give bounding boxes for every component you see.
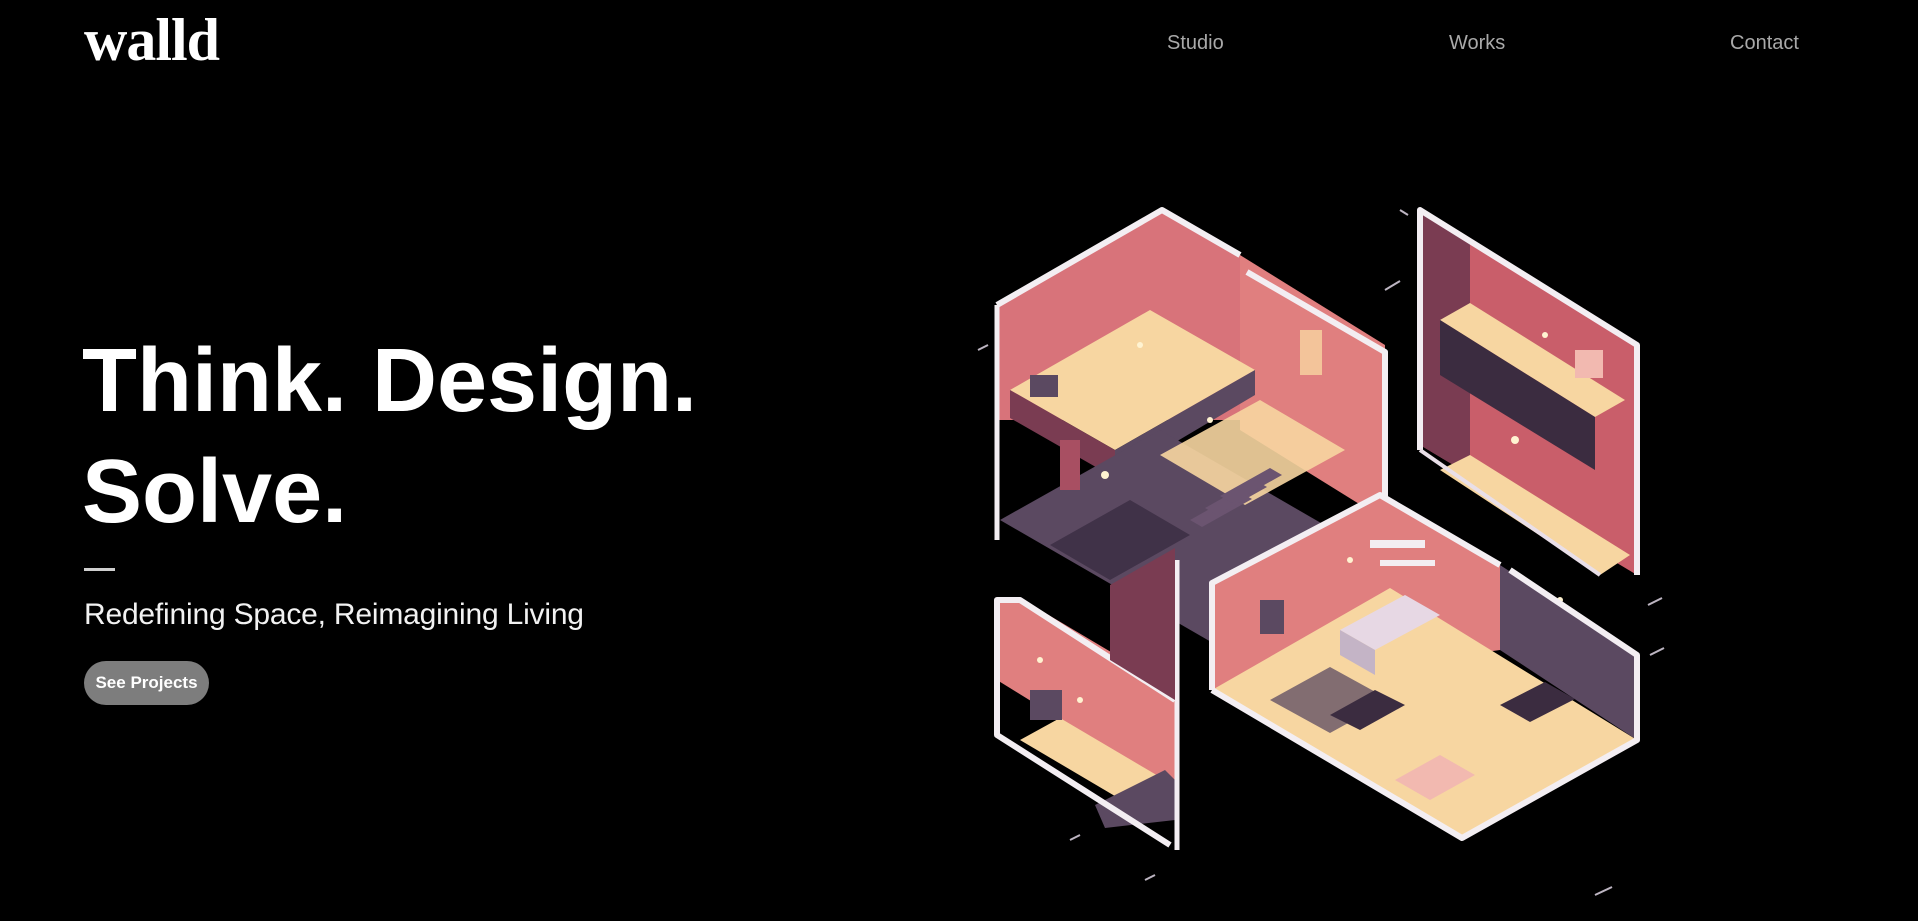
room-upper-right: [1417, 207, 1640, 577]
hero-headline-line2: Solve.: [82, 442, 348, 542]
brand-logo[interactable]: walld: [84, 10, 220, 70]
landing-page: walld Studio Works Contact Think. Design…: [0, 0, 1918, 921]
see-projects-button[interactable]: See Projects: [84, 661, 209, 705]
hero-subtitle: Redefining Space, Reimagining Living: [84, 598, 584, 631]
room-lower-left: [994, 548, 1180, 850]
nav-link-works[interactable]: Works: [1449, 32, 1505, 55]
nav-link-contact[interactable]: Contact: [1730, 32, 1799, 55]
hero-divider: [84, 568, 115, 571]
hero-headline-line1: Think. Design.: [82, 331, 698, 431]
nav-link-studio[interactable]: Studio: [1167, 32, 1224, 55]
hero-headline: Think. Design. Solve.: [82, 326, 697, 548]
isometric-rooms-illustration: [977, 207, 1665, 896]
